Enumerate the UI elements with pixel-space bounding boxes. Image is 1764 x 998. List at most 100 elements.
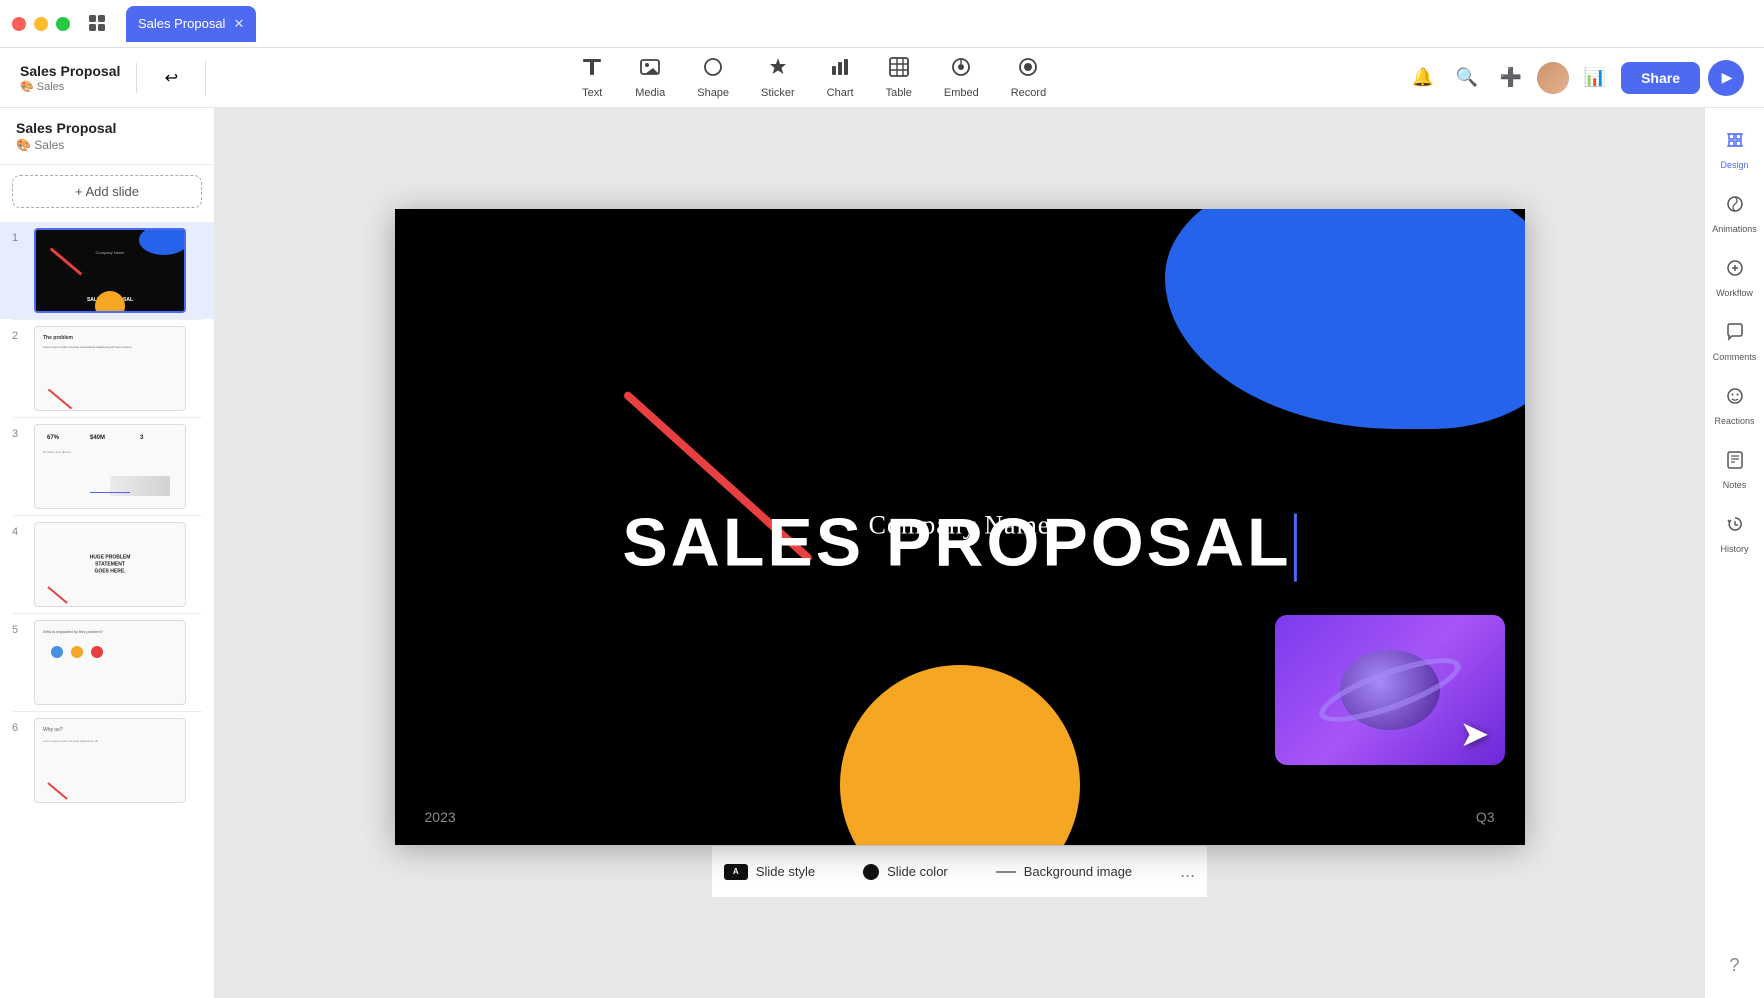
slide-style-button[interactable]: A Slide style — [712, 858, 827, 886]
presentation-title-header: Sales Proposal 🎨 Sales — [20, 63, 120, 93]
slide-style-label: Slide style — [756, 864, 815, 879]
add-slide-button[interactable]: + Add slide — [12, 175, 202, 208]
maximize-window-dot[interactable] — [56, 17, 70, 31]
right-panel: Design Animations Workflow Comments — [1704, 108, 1764, 998]
record-tool-label: Record — [1011, 87, 1046, 99]
reactions-tool-button[interactable]: Reactions — [1709, 376, 1761, 436]
comments-tool-label: Comments — [1713, 352, 1757, 362]
content-area: Sales Proposal 🎨 Sales + Add slide 1 Com… — [0, 108, 1764, 998]
browser-tab[interactable]: Sales Proposal ✕ — [126, 6, 256, 42]
background-image-button[interactable]: Background image — [984, 858, 1144, 885]
tab-close-icon[interactable]: ✕ — [233, 16, 244, 32]
embed-tool-button[interactable]: Embed — [930, 50, 993, 105]
table-tool-button[interactable]: Table — [872, 50, 926, 105]
slide-thumbnail: Why us? Lorem ipsum dolor sit amet adipi… — [34, 718, 186, 803]
media-tool-button[interactable]: Media — [621, 50, 679, 105]
embed-tool-label: Embed — [944, 87, 979, 99]
slide-thumbnail: 67% $40M 3 Numbers at a glance — [34, 424, 186, 509]
slide-item[interactable]: 1 Company Name SALES PROPOSAL — [0, 222, 214, 319]
header-presentation-subtitle: 🎨 Sales — [20, 80, 120, 93]
slide-thumbnail: Company Name SALES PROPOSAL — [34, 228, 186, 313]
slide-color-dot — [863, 864, 879, 880]
slide-number: 2 — [12, 330, 26, 342]
history-icon — [1725, 514, 1745, 540]
planet-decoration — [1340, 650, 1440, 730]
apps-icon[interactable] — [82, 8, 114, 40]
share-button[interactable]: Share — [1621, 62, 1700, 94]
slide-thumbnail: The problem Lorem ipsum dolor sit amet c… — [34, 326, 186, 411]
embed-icon — [950, 56, 972, 84]
slide-style-icon: A — [724, 864, 748, 880]
slide-title-text: SALES PROPOSAL — [622, 504, 1296, 582]
minimize-window-dot[interactable] — [34, 17, 48, 31]
design-tool-label: Design — [1720, 160, 1748, 170]
help-icon: ? — [1729, 955, 1739, 976]
presentation-title: Sales Proposal — [16, 120, 198, 136]
background-image-icon — [996, 871, 1016, 873]
chart-icon — [829, 56, 851, 84]
undo-button[interactable]: ↩ — [153, 60, 189, 96]
slide-item[interactable]: 3 67% $40M 3 Numbers at a glance — [0, 418, 214, 515]
record-icon — [1017, 56, 1039, 84]
text-icon — [581, 56, 603, 84]
bottom-bar: A Slide style Slide color Background ima… — [712, 845, 1207, 897]
slide-number: 4 — [12, 526, 26, 538]
reactions-icon — [1725, 386, 1745, 412]
search-button[interactable]: 🔍 — [1449, 60, 1485, 96]
workflow-tool-label: Workflow — [1716, 288, 1753, 298]
main-toolbar: Sales Proposal 🎨 Sales ↩ Text Media Shap… — [0, 48, 1764, 108]
slide-color-button[interactable]: Slide color — [851, 858, 960, 886]
workflow-tool-button[interactable]: Workflow — [1709, 248, 1761, 308]
shape-tool-button[interactable]: Shape — [683, 50, 743, 105]
help-button[interactable]: ? — [1709, 945, 1761, 986]
canvas-area: Company Name SALES PROPOSAL ➤ 2023 Q3 — [215, 108, 1704, 998]
slide-number: 3 — [12, 428, 26, 440]
notes-tool-label: Notes — [1723, 480, 1747, 490]
more-options-button[interactable]: ... — [1168, 855, 1207, 888]
animations-icon — [1725, 194, 1745, 220]
background-image-label: Background image — [1024, 864, 1132, 879]
planet-sticker: ➤ — [1275, 615, 1505, 765]
sticker-icon — [767, 56, 789, 84]
media-icon — [639, 56, 661, 84]
animations-tool-button[interactable]: Animations — [1709, 184, 1761, 244]
slide-canvas[interactable]: Company Name SALES PROPOSAL ➤ 2023 Q3 — [395, 209, 1525, 845]
text-tool-label: Text — [582, 87, 602, 99]
slide-item[interactable]: 4 HUGE PROBLEMSTATEMENTGOES HERE. — [0, 516, 214, 613]
text-cursor — [1294, 514, 1297, 582]
chart-tool-button[interactable]: Chart — [813, 50, 868, 105]
slide-number: 6 — [12, 722, 26, 734]
canvas-year: 2023 — [425, 809, 456, 825]
slide-color-label: Slide color — [887, 864, 948, 879]
sticker-tool-button[interactable]: Sticker — [747, 50, 809, 105]
top-chrome-bar: Sales Proposal ✕ — [0, 0, 1764, 48]
history-tool-label: History — [1720, 544, 1748, 554]
slide-item[interactable]: 5 Who is impacted by this problem? — [0, 614, 214, 711]
slide-item[interactable]: 6 Why us? Lorem ipsum dolor sit amet adi… — [0, 712, 214, 809]
play-button[interactable] — [1708, 60, 1744, 96]
planet-ring — [1312, 646, 1467, 735]
canvas-quarter: Q3 — [1476, 809, 1495, 825]
header-presentation-title: Sales Proposal — [20, 63, 120, 79]
presentation-header: Sales Proposal 🎨 Sales — [0, 108, 214, 165]
chart-tool-label: Chart — [827, 87, 854, 99]
text-tool-button[interactable]: Text — [567, 50, 617, 105]
comments-tool-button[interactable]: Comments — [1709, 312, 1761, 372]
design-tool-button[interactable]: Design — [1709, 120, 1761, 180]
notification-button[interactable]: 🔔 — [1405, 60, 1441, 96]
close-window-dot[interactable] — [12, 17, 26, 31]
history-tool-button[interactable]: History — [1709, 504, 1761, 564]
media-tool-label: Media — [635, 87, 665, 99]
analytics-button[interactable]: 📊 — [1577, 60, 1613, 96]
toolbar-center-section: Text Media Shape Sticker — [226, 50, 1401, 105]
slide-number: 1 — [12, 232, 26, 244]
shape-icon — [702, 56, 724, 84]
notes-tool-button[interactable]: Notes — [1709, 440, 1761, 500]
table-icon — [888, 56, 910, 84]
toolbar-right-section: 🔔 🔍 ➕ 📊 Share — [1405, 60, 1744, 96]
add-button[interactable]: ➕ — [1493, 60, 1529, 96]
comments-icon — [1725, 322, 1745, 348]
slide-item[interactable]: 2 The problem Lorem ipsum dolor sit amet… — [0, 320, 214, 417]
avatar[interactable] — [1537, 62, 1569, 94]
record-tool-button[interactable]: Record — [997, 50, 1060, 105]
